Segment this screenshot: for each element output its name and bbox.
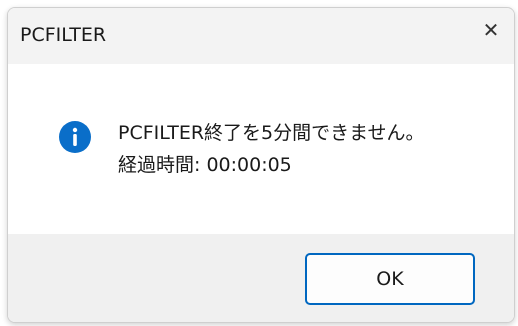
dialog-message: PCFILTER終了を5分間できません。 経過時間: 00:00:05 bbox=[118, 117, 425, 181]
ok-button[interactable]: OK bbox=[305, 253, 475, 305]
button-bar: OK bbox=[8, 234, 514, 322]
title-bar: PCFILTER ✕ bbox=[8, 8, 514, 64]
message-line-1: PCFILTER終了を5分間できません。 bbox=[118, 122, 425, 144]
info-icon bbox=[59, 121, 91, 153]
ok-button-label: OK bbox=[376, 268, 404, 290]
close-button[interactable]: ✕ bbox=[468, 8, 514, 52]
message-line-2: 経過時間: 00:00:05 bbox=[118, 154, 292, 176]
close-icon: ✕ bbox=[482, 18, 500, 42]
message-dialog: PCFILTER ✕ PCFILTER終了を5分間できません。 経過時間: 00… bbox=[7, 7, 515, 323]
window-title: PCFILTER bbox=[20, 24, 107, 46]
dialog-content: PCFILTER終了を5分間できません。 経過時間: 00:00:05 bbox=[8, 64, 514, 234]
